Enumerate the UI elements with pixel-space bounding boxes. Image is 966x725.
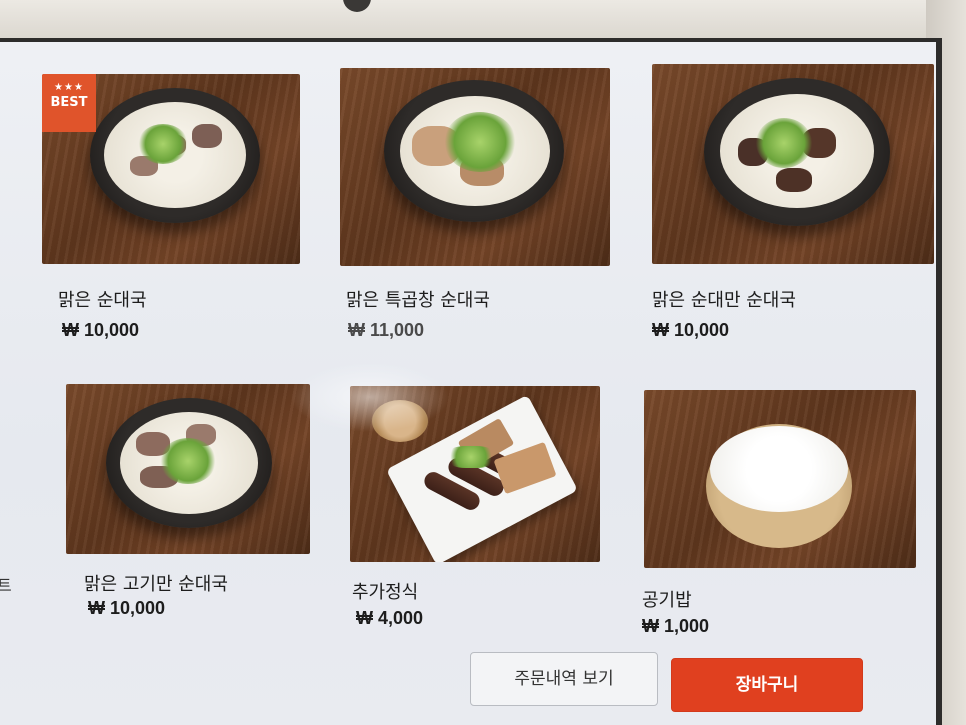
- menu-item-photo[interactable]: ★★★ BEST: [42, 74, 300, 264]
- scallion-image: [756, 118, 812, 168]
- menu-item-photo[interactable]: [66, 384, 310, 554]
- sundae-image: [776, 168, 812, 192]
- order-history-label: 주문내역 보기: [514, 669, 614, 689]
- menu-item-price: ₩ 10,000: [652, 320, 730, 340]
- scallion-image: [446, 446, 496, 468]
- best-badge: ★★★ BEST: [42, 74, 96, 132]
- cart-label: 장바구니: [735, 675, 799, 695]
- rice-image: [710, 426, 848, 512]
- scallion-image: [160, 438, 216, 484]
- menu-item-price: ₩ 4,000: [356, 608, 424, 628]
- menu-item-name: 맑은 순대만 순대국: [652, 290, 796, 311]
- cart-button[interactable]: 장바구니: [671, 658, 863, 712]
- camera-icon: [343, 0, 371, 12]
- badge-label: BEST: [50, 95, 88, 110]
- menu-item-name: 추가정식: [352, 582, 419, 603]
- menu-item-price: ₩ 10,000: [62, 320, 140, 340]
- menu-item-price: ₩ 1,000: [642, 616, 710, 636]
- menu-item-name: 공기밥: [642, 590, 692, 611]
- menu-item-price: ₩ 10,000: [88, 598, 166, 618]
- menu-item-price: ₩ 11,000: [348, 320, 425, 340]
- scallion-image: [444, 112, 516, 172]
- badge-stars: ★★★: [54, 82, 84, 93]
- order-history-button[interactable]: 주문내역 보기: [470, 652, 658, 706]
- menu-item-photo[interactable]: [652, 64, 934, 264]
- scallion-image: [138, 124, 188, 164]
- kiosk-screen: 트 ★★★ BEST 맑은 순대국 ₩ 10,000 맑은 특곱창 순대국 ₩: [0, 38, 942, 725]
- menu-item-photo[interactable]: [340, 68, 610, 266]
- meat-image: [192, 124, 222, 148]
- menu-item-name: 맑은 고기만 순대국: [84, 574, 228, 595]
- offscreen-category-label[interactable]: 트: [0, 572, 12, 596]
- menu-item-photo[interactable]: [644, 390, 916, 568]
- menu-item-name: 맑은 순대국: [58, 290, 147, 311]
- menu-item-name: 맑은 특곱창 순대국: [346, 290, 490, 311]
- screen-glare: [290, 362, 450, 432]
